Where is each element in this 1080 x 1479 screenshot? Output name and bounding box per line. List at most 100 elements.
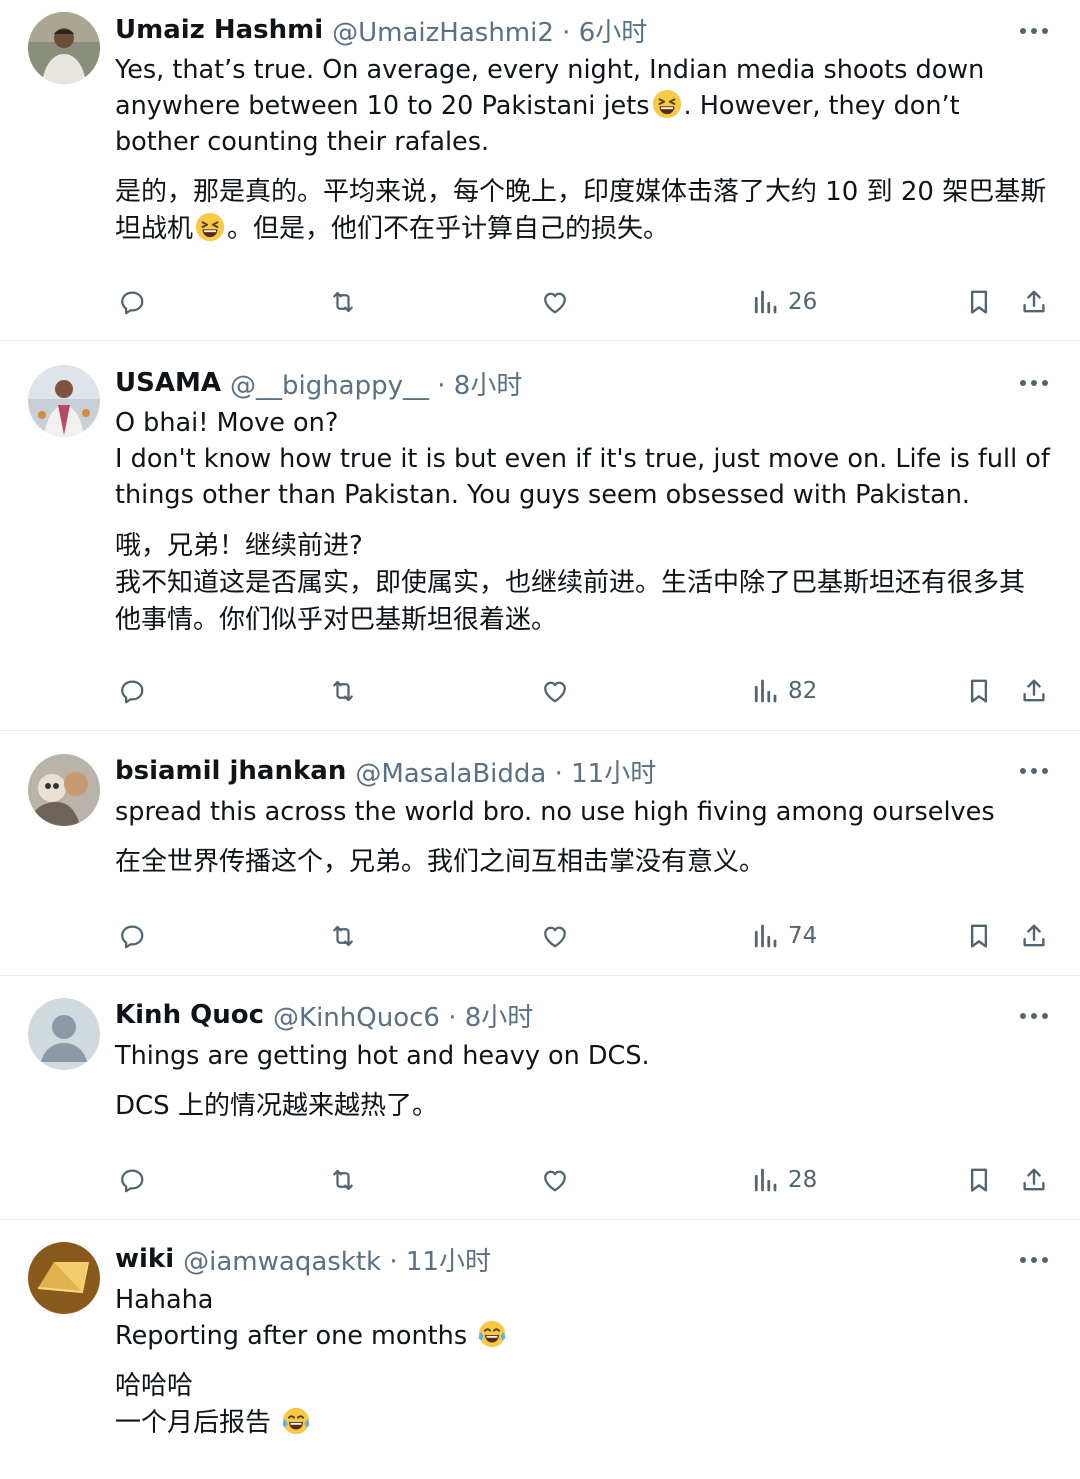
avatar[interactable] [28, 12, 100, 84]
text-en-line1: Hahaha [115, 1285, 214, 1315]
reply-icon [117, 287, 147, 317]
tweet-text: Things are getting hot and heavy on DCS. [115, 1038, 1050, 1074]
like-button[interactable] [540, 671, 570, 711]
reply-button[interactable] [117, 671, 147, 711]
share-icon [1019, 676, 1049, 706]
view-count: 26 [788, 289, 818, 315]
retweet-button[interactable] [328, 916, 358, 956]
bar-chart-icon [750, 921, 780, 951]
views-button[interactable]: 28 [750, 1160, 817, 1200]
text-zh-line1: 哈哈哈 [115, 1371, 194, 1401]
tweet-text: spread this across the world bro. no use… [115, 794, 1050, 830]
reply-feed: Umaiz Hashmi @UmaizHashmi2 · 6小时 Yes, th… [0, 0, 1080, 1479]
like-button[interactable] [540, 282, 570, 322]
tweet-kinh-quoc[interactable]: Kinh Quoc @KinhQuoc6 · 8小时 Things are ge… [0, 976, 1080, 1220]
avatar[interactable] [28, 754, 100, 826]
reply-button[interactable] [117, 1160, 147, 1200]
bookmark-icon [964, 676, 994, 706]
bookmark-button[interactable] [964, 282, 994, 322]
more-options-icon[interactable] [1020, 1012, 1048, 1020]
reply-icon [117, 921, 147, 951]
text-zh-line1: 哦，兄弟！继续前进? [115, 531, 363, 561]
like-button[interactable] [540, 916, 570, 956]
bar-chart-icon [750, 676, 780, 706]
text-en-line1: spread this across the world bro. no use… [115, 797, 995, 827]
display-name[interactable]: Umaiz Hashmi [115, 15, 323, 45]
bookmark-button[interactable] [964, 916, 994, 956]
tweet-header: USAMA @__bighappy__ · 8小时 [115, 365, 522, 402]
share-icon [1019, 287, 1049, 317]
views-button[interactable]: 74 [750, 916, 817, 956]
retweet-icon [328, 921, 358, 951]
bookmark-icon [964, 921, 994, 951]
retweet-button[interactable] [328, 282, 358, 322]
tweet-translation: 哦，兄弟！继续前进? 我不知道这是否属实，即使属实，也继续前进。生活中除了巴基斯… [115, 528, 1050, 639]
more-options-icon[interactable] [1020, 1256, 1048, 1264]
views-button[interactable]: 82 [750, 671, 817, 711]
retweet-icon [328, 1165, 358, 1195]
display-name[interactable]: bsiamil jhankan [115, 756, 346, 786]
handle-and-time[interactable]: @UmaizHashmi2 · 6小时 [332, 12, 647, 49]
grinning-squinting-face-icon [652, 89, 682, 119]
view-count: 74 [788, 923, 818, 949]
tweet-header: Umaiz Hashmi @UmaizHashmi2 · 6小时 [115, 12, 647, 49]
tweet-wiki[interactable]: wiki @iamwaqasktk · 11小时 Hahaha Reportin… [0, 1220, 1080, 1479]
reply-button[interactable] [117, 282, 147, 322]
tweet-usama[interactable]: USAMA @__bighappy__ · 8小时 O bhai! Move o… [0, 341, 1080, 731]
tweet-bsiamil[interactable]: bsiamil jhankan @MasalaBidda · 11小时 spre… [0, 731, 1080, 976]
display-name[interactable]: Kinh Quoc [115, 1000, 264, 1030]
display-name[interactable]: USAMA [115, 368, 221, 398]
heart-icon [540, 1165, 570, 1195]
share-button[interactable] [1019, 671, 1049, 711]
text-en-line1: Things are getting hot and heavy on DCS. [115, 1041, 650, 1071]
more-options-icon[interactable] [1020, 379, 1048, 387]
action-bar: 26 [0, 282, 1080, 322]
retweet-icon [328, 287, 358, 317]
action-bar: 74 [0, 916, 1080, 956]
avatar[interactable] [28, 998, 100, 1070]
retweet-icon [328, 676, 358, 706]
share-button[interactable] [1019, 282, 1049, 322]
heart-icon [540, 287, 570, 317]
views-button[interactable]: 26 [750, 282, 817, 322]
reply-button[interactable] [117, 916, 147, 956]
avatar[interactable] [28, 365, 100, 437]
tweet-text: Yes, that’s true. On average, every nigh… [115, 52, 1050, 160]
text-en-line2: I don't know how true it is but even if … [115, 444, 1050, 510]
reply-icon [117, 1165, 147, 1195]
default-profile-icon [28, 998, 100, 1070]
share-button[interactable] [1019, 1160, 1049, 1200]
avatar[interactable] [28, 1242, 100, 1314]
tweet-translation: DCS 上的情况越来越热了。 [115, 1088, 1050, 1125]
bookmark-button[interactable] [964, 1160, 994, 1200]
share-icon [1019, 921, 1049, 951]
tweet-translation: 是的，那是真的。平均来说，每个晚上，印度媒体击落了大约 10 到 20 架巴基斯… [115, 174, 1050, 248]
retweet-button[interactable] [328, 671, 358, 711]
retweet-button[interactable] [328, 1160, 358, 1200]
face-with-tears-of-joy-icon [281, 1406, 311, 1436]
handle-and-time[interactable]: @MasalaBidda · 11小时 [355, 753, 656, 790]
bar-chart-icon [750, 287, 780, 317]
heart-icon [540, 676, 570, 706]
heart-icon [540, 921, 570, 951]
tweet-header: Kinh Quoc @KinhQuoc6 · 8小时 [115, 997, 533, 1034]
more-options-icon[interactable] [1020, 27, 1048, 35]
share-button[interactable] [1019, 916, 1049, 956]
bookmark-icon [964, 287, 994, 317]
share-icon [1019, 1165, 1049, 1195]
action-bar: 28 [0, 1160, 1080, 1200]
reply-icon [117, 676, 147, 706]
display-name[interactable]: wiki [115, 1244, 174, 1274]
handle-and-time[interactable]: @__bighappy__ · 8小时 [230, 365, 522, 402]
more-options-icon[interactable] [1020, 767, 1048, 775]
tweet-umaiz[interactable]: Umaiz Hashmi @UmaizHashmi2 · 6小时 Yes, th… [0, 0, 1080, 341]
text-en-line2: Reporting after one months [115, 1321, 468, 1351]
handle-and-time[interactable]: @KinhQuoc6 · 8小时 [273, 997, 533, 1034]
handle-and-time[interactable]: @iamwaqasktk · 11小时 [183, 1241, 491, 1278]
bookmark-icon [964, 1165, 994, 1195]
tweet-text: Hahaha Reporting after one months [115, 1282, 1050, 1354]
bookmark-button[interactable] [964, 671, 994, 711]
tweet-translation: 在全世界传播这个，兄弟。我们之间互相击掌没有意义。 [115, 844, 1050, 881]
like-button[interactable] [540, 1160, 570, 1200]
view-count: 28 [788, 1167, 818, 1193]
